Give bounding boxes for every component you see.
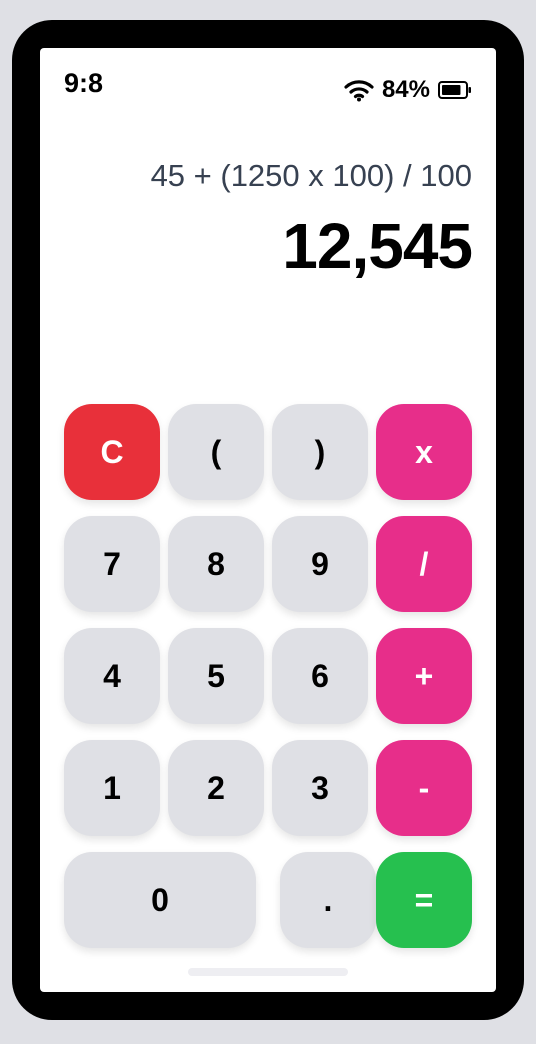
open-paren-button[interactable]: ( bbox=[168, 404, 264, 500]
battery-percentage: 84% bbox=[381, 76, 430, 103]
multiply-button[interactable]: x bbox=[376, 404, 472, 500]
digit-8-button[interactable]: 8 bbox=[168, 516, 264, 612]
status-time: 9:8 bbox=[64, 68, 104, 98]
close-paren-button[interactable]: ) bbox=[272, 404, 368, 500]
digit-3-button[interactable]: 3 bbox=[272, 740, 368, 836]
calculator-screen: 9:8 84% 45 + (1250 x 100) / 100 12,545 C… bbox=[40, 48, 496, 992]
plus-button[interactable]: + bbox=[376, 628, 472, 724]
digit-9-button[interactable]: 9 bbox=[272, 516, 368, 612]
digit-0-button[interactable]: 0 bbox=[64, 852, 256, 948]
expression-text: 45 + (1250 x 100) / 100 bbox=[150, 158, 472, 193]
wifi-icon bbox=[344, 80, 374, 102]
phone-frame: 9:8 84% 45 + (1250 x 100) / 100 12,545 C… bbox=[12, 20, 524, 1020]
digit-1-button[interactable]: 1 bbox=[64, 740, 160, 836]
calculator-display: 45 + (1250 x 100) / 100 12,545 bbox=[64, 156, 473, 282]
digit-2-button[interactable]: 2 bbox=[168, 740, 264, 836]
result-text: 12,545 bbox=[282, 210, 473, 282]
digit-4-button[interactable]: 4 bbox=[64, 628, 160, 724]
status-indicators: 84% bbox=[344, 76, 472, 104]
digit-6-button[interactable]: 6 bbox=[272, 628, 368, 724]
equals-button[interactable]: = bbox=[376, 852, 472, 948]
home-indicator[interactable] bbox=[188, 968, 348, 976]
clear-button[interactable]: C bbox=[64, 404, 160, 500]
status-bar: 9:8 84% bbox=[40, 48, 496, 128]
decimal-button[interactable]: . bbox=[280, 852, 376, 948]
minus-button[interactable]: - bbox=[376, 740, 472, 836]
battery-icon bbox=[438, 81, 471, 99]
digit-5-button[interactable]: 5 bbox=[168, 628, 264, 724]
divide-button[interactable]: / bbox=[376, 516, 472, 612]
digit-7-button[interactable]: 7 bbox=[64, 516, 160, 612]
